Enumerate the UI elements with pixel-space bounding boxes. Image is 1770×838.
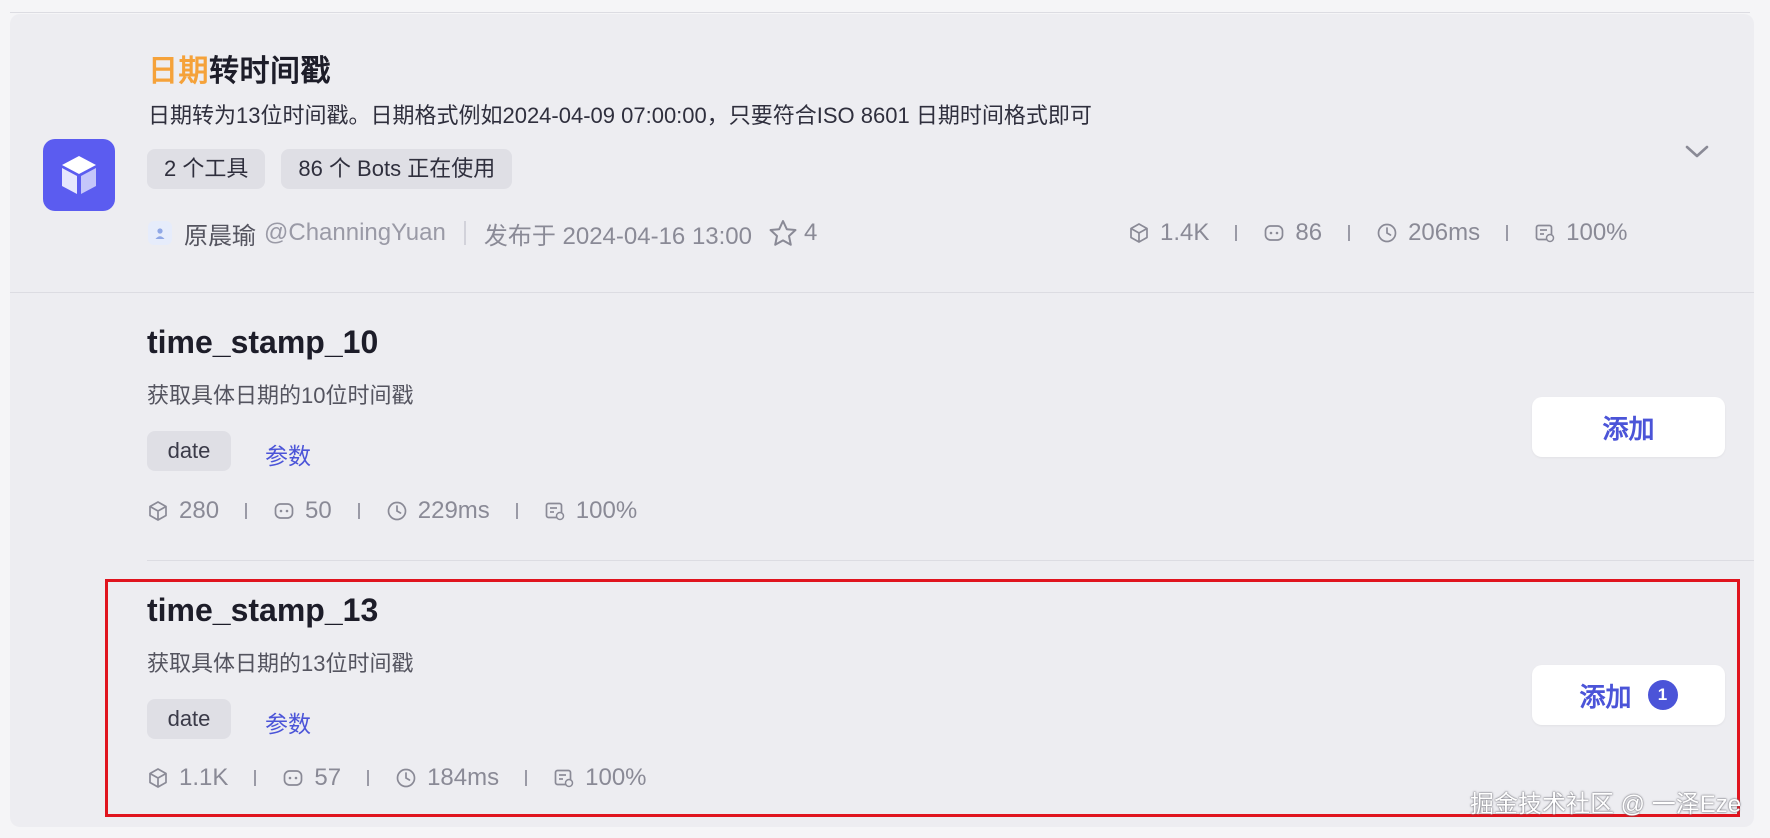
add-button-label: 添加 [1602,413,1655,444]
stat-success-value: 100% [1566,219,1628,246]
bots-using-tag: 86 个 Bots 正在使用 [281,149,513,189]
stat-latency-value: 206ms [1408,219,1481,246]
tool-description: 获取具体日期的10位时间戳 [147,383,414,408]
stat-bots-value: 86 [1295,219,1323,246]
stat-calls: 1.4K [1128,219,1209,247]
success-rate-icon [1535,224,1555,243]
plugin-stats: 1.4K 86 206ms 100% [1128,216,1628,250]
stat-latency: 206ms [1376,219,1480,247]
plugin-title: 日期转时间戳 [148,46,331,90]
tool-name: time_stamp_10 [147,324,379,360]
stat-divider [1235,225,1238,241]
stat-success: 100% [544,497,637,525]
stat-divider [1506,225,1509,241]
highlight-box [105,579,1740,817]
star-count: 4 [804,219,818,246]
stat-bots: 86 [1263,219,1322,247]
success-rate-icon [545,502,565,521]
star-icon[interactable] [768,219,798,247]
publish-date: 发布于 2024-04-16 13:00 [483,222,753,250]
bot-icon [274,503,294,519]
stat-bots: 50 [273,497,332,525]
cube-stat-icon [149,501,167,521]
chevron-down-icon[interactable] [1684,144,1710,165]
stat-divider [245,503,248,519]
add-tool-button[interactable]: 添加 [1532,397,1725,457]
bot-icon [1265,225,1284,241]
section-divider [10,292,1754,293]
stat-divider [357,503,360,519]
cube-stat-icon [1130,223,1148,243]
plugin-description: 日期转为13位时间戳。日期格式例如2024-04-09 07:00:00，只要符… [148,103,1092,128]
title-rest: 转时间戳 [209,55,331,88]
stat-success: 100% [1534,219,1628,247]
stat-calls: 280 [147,497,219,525]
stat-bots-value: 50 [305,497,332,524]
tool-divider [147,560,1754,561]
tools-count-tag: 2 个工具 [147,149,266,189]
stat-latency: 229ms [386,497,490,525]
watermark: 掘金技术社区 @ 一泽Eze [1470,791,1742,818]
author-name[interactable]: 原晨瑜 [184,216,256,251]
plugin-cube-icon [43,139,115,211]
stat-latency-value: 229ms [417,497,490,524]
tool-stats: 280 50 229ms 100% [147,494,637,528]
stat-divider [515,503,518,519]
title-highlight: 日期 [148,55,209,88]
stat-success-value: 100% [575,497,638,524]
stat-calls-value: 1.4K [1160,219,1210,246]
stat-calls-value: 280 [179,497,220,524]
author-handle[interactable]: @ChanningYuan [264,219,446,247]
avatar[interactable] [148,221,172,245]
params-link[interactable]: 参数 [265,437,311,471]
clock-icon [1377,223,1397,243]
plugin-tags: 2 个工具 86 个 Bots 正在使用 [147,149,513,189]
plugin-meta: 原晨瑜 @ChanningYuan 发布于 2024-04-16 13:00 4 [148,216,817,250]
meta-divider [463,221,466,245]
clock-icon [387,501,407,521]
top-divider [10,12,1750,13]
stat-divider [1348,225,1351,241]
param-tag: date [147,431,231,471]
